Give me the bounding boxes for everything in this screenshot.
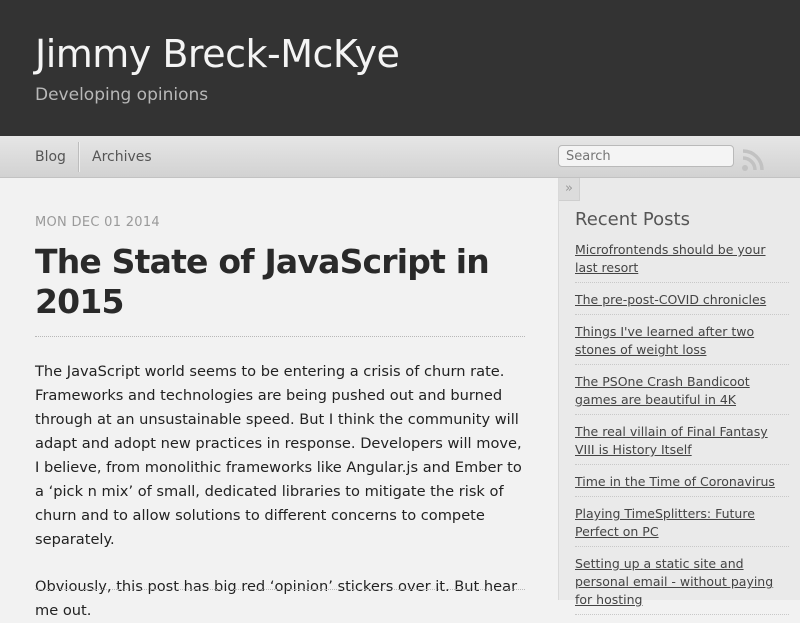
recent-post-link[interactable]: Things I've learned after two stones of …: [575, 323, 789, 365]
recent-post-link[interactable]: Time in the Time of Coronavirus: [575, 473, 789, 497]
recent-post-link[interactable]: The real villain of Final Fantasy VIII i…: [575, 423, 789, 465]
nav-divider: [78, 142, 80, 172]
nav-bar: Blog Archives: [0, 136, 800, 178]
post-footer-divider: [35, 589, 525, 590]
recent-post-link[interactable]: Playing TimeSplitters: Future Perfect on…: [575, 505, 789, 547]
post-article: MON DEC 01 2014 The State of JavaScript …: [35, 178, 525, 623]
sidebar: » Recent Posts Microfrontends should be …: [558, 178, 800, 615]
site-header: Jimmy Breck-McKye Developing opinions: [0, 0, 800, 136]
rss-icon[interactable]: [741, 148, 765, 172]
post-title[interactable]: The State of JavaScript in 2015: [35, 242, 525, 322]
sidebar-toggle-icon[interactable]: »: [559, 178, 580, 201]
nav-blog-link[interactable]: Blog: [35, 149, 66, 165]
recent-post-link[interactable]: Microfrontends should be your last resor…: [575, 241, 789, 283]
recent-post-link[interactable]: The PSOne Crash Bandicoot games are beau…: [575, 373, 789, 415]
post-paragraph: Obviously, this post has big red ‘opinio…: [35, 578, 518, 619]
recent-post-link[interactable]: Setting up a static site and personal em…: [575, 555, 789, 615]
post-paragraph: The JavaScript world seems to be enterin…: [35, 363, 522, 548]
recent-posts-list: Microfrontends should be your last resor…: [575, 241, 789, 623]
search-input[interactable]: [558, 145, 734, 167]
recent-post-link[interactable]: The pre-post-COVID chronicles: [575, 291, 789, 315]
site-title[interactable]: Jimmy Breck-McKye: [35, 32, 400, 76]
nav-archives-link[interactable]: Archives: [92, 149, 152, 165]
site-tagline: Developing opinions: [35, 85, 209, 105]
recent-posts-heading: Recent Posts: [575, 209, 690, 230]
title-divider: [35, 336, 525, 337]
post-date: MON DEC 01 2014: [35, 215, 160, 230]
